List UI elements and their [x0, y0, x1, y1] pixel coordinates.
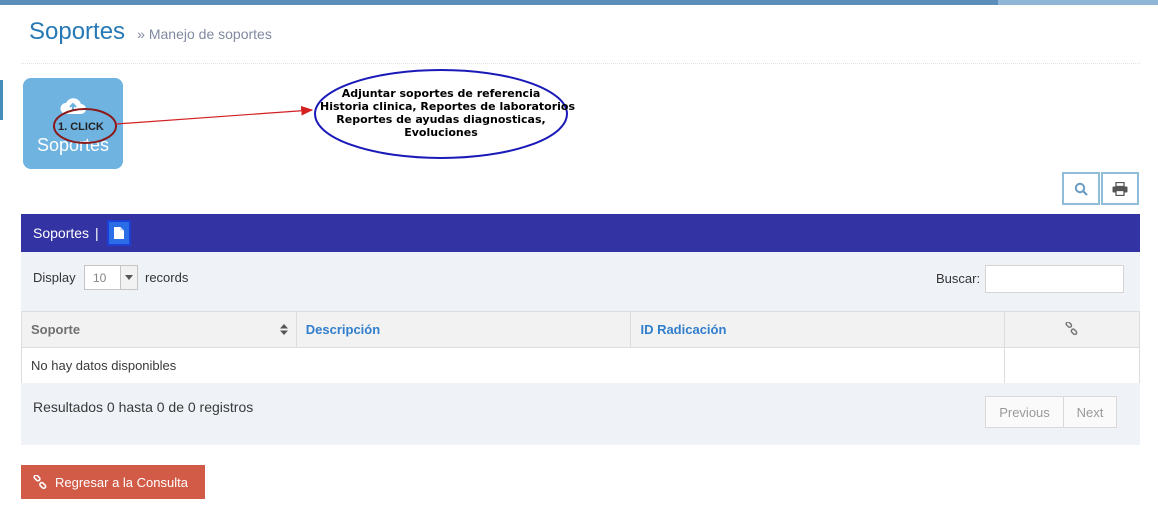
- cloud-upload-icon: [60, 98, 86, 114]
- search-button[interactable]: [1062, 172, 1100, 205]
- breadcrumb-text: Manejo de soportes: [148, 26, 272, 42]
- sidebar-edge: [0, 80, 3, 120]
- column-header-soporte[interactable]: Soporte: [21, 311, 297, 348]
- page-subtitle: » Manejo de soportes: [137, 26, 272, 42]
- link-icon: [33, 475, 47, 489]
- print-button[interactable]: [1101, 172, 1139, 205]
- tile-label: Soportes: [36, 135, 110, 155]
- sort-icon: [279, 324, 288, 335]
- next-page-button[interactable]: Next: [1064, 396, 1117, 428]
- records-label: records: [145, 270, 189, 285]
- soportes-table: Soporte Descripción ID Radicación No hay…: [20, 311, 1140, 384]
- panel-title: Soportes: [33, 225, 90, 241]
- top-accent-bar: [0, 0, 1158, 5]
- back-to-query-button[interactable]: Regresar a la Consulta: [21, 465, 205, 499]
- search-label: Buscar:: [936, 271, 981, 286]
- click-annotation-label: 1. CLICK: [58, 121, 104, 133]
- header-divider: [21, 63, 1140, 64]
- column-header-link: [1004, 311, 1140, 348]
- table-footer: Resultados 0 hasta 0 de 0 registros Prev…: [21, 383, 1140, 445]
- callout-line: Reportes de ayudas diagnosticas,: [336, 113, 546, 126]
- callout-line: Evoluciones: [404, 126, 478, 139]
- table-row: No hay datos disponibles: [20, 347, 1140, 384]
- table-toolbar: Display 10 records Buscar:: [21, 252, 1140, 311]
- back-button-label: Regresar a la Consulta: [55, 474, 188, 490]
- panel-header: Soportes |: [21, 214, 1140, 252]
- page-title: Soportes: [29, 18, 126, 45]
- add-document-button[interactable]: [106, 220, 131, 246]
- panel-separator: |: [95, 225, 99, 241]
- print-icon: [1112, 181, 1128, 196]
- column-header-descripcion[interactable]: Descripción: [295, 311, 632, 348]
- previous-page-button[interactable]: Previous: [985, 396, 1064, 428]
- records-per-page-select[interactable]: 10: [84, 265, 138, 290]
- callout-line: Historia clinica, Reportes de laboratori…: [320, 100, 576, 113]
- breadcrumb-separator: »: [137, 26, 145, 42]
- search-input[interactable]: [985, 265, 1124, 293]
- results-info: Resultados 0 hasta 0 de 0 registros: [33, 399, 254, 415]
- empty-table-message: No hay datos disponibles: [20, 347, 1006, 384]
- empty-cell: [1004, 347, 1140, 384]
- annotation-arrow: [115, 105, 314, 125]
- link-icon: [1065, 320, 1078, 335]
- document-icon: [113, 227, 124, 239]
- pagination: Previous Next: [985, 396, 1117, 428]
- column-header-id-radicacion[interactable]: ID Radicación: [630, 311, 1006, 348]
- table-header-row: Soporte Descripción ID Radicación: [21, 311, 1140, 348]
- display-label: Display: [33, 270, 76, 285]
- records-per-page-value: 10: [93, 271, 107, 285]
- column-label: Soporte: [31, 322, 81, 337]
- search-icon: [1074, 182, 1088, 196]
- chevron-down-icon: [120, 266, 137, 289]
- top-accent-bar-right: [998, 0, 1158, 5]
- callout-text: Adjuntar soportes de referencia Historia…: [320, 87, 576, 139]
- page-header: Soportes » Manejo de soportes: [29, 18, 272, 54]
- callout-line: Adjuntar soportes de referencia: [341, 87, 541, 100]
